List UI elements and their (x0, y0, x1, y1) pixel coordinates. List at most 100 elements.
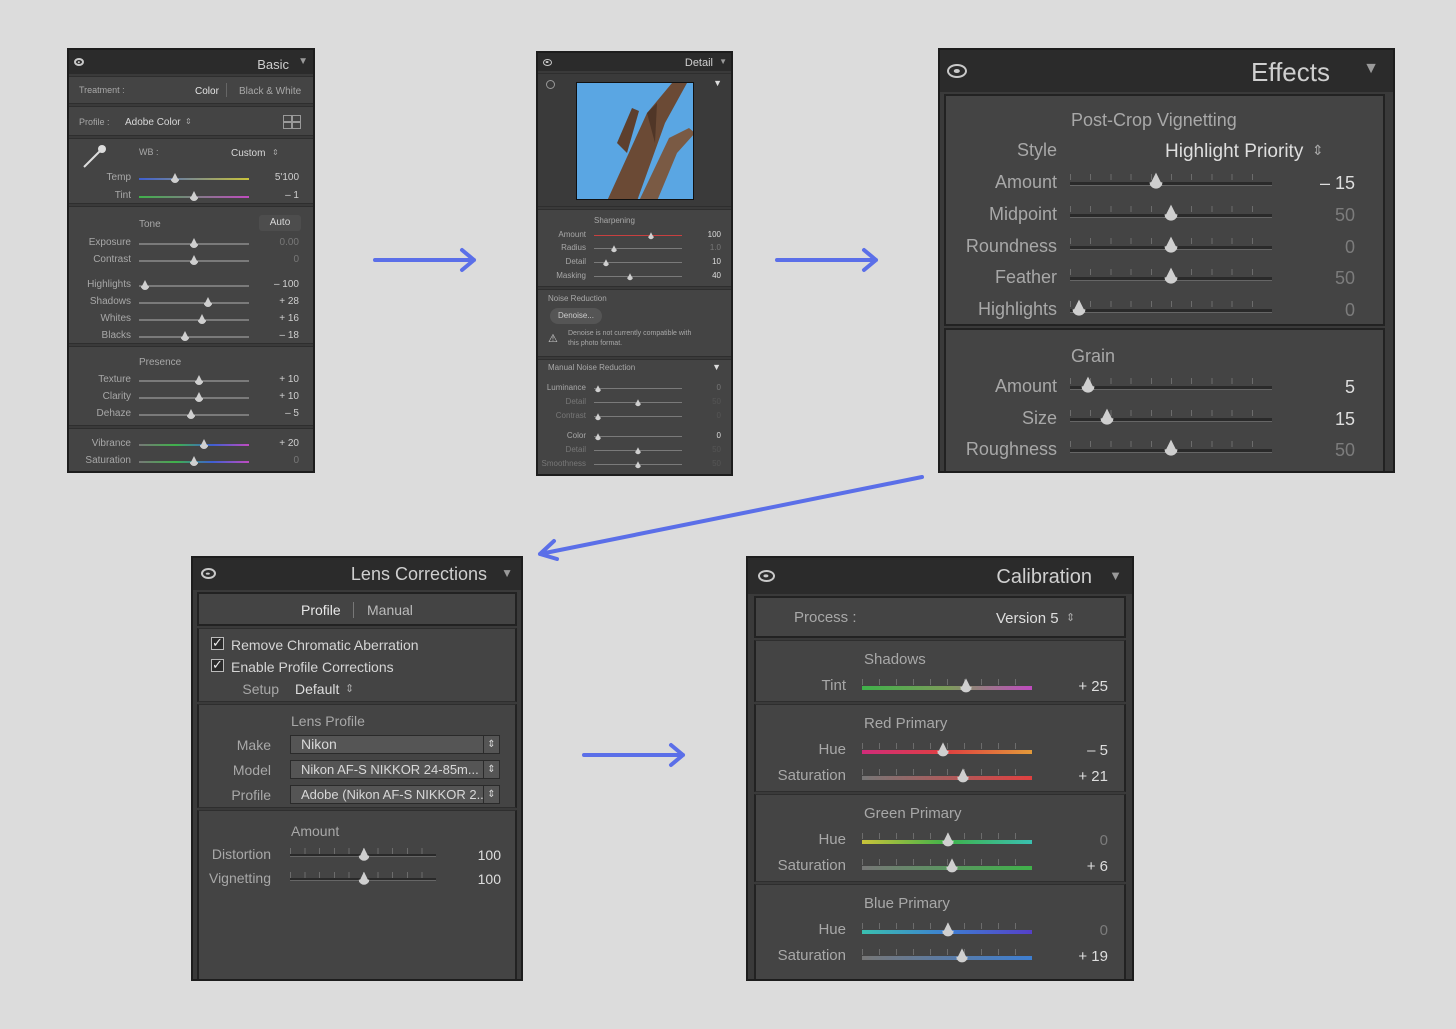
color-noise-track[interactable] (594, 436, 682, 437)
sharp-amount-track[interactable] (594, 235, 682, 236)
green-hue-thumb[interactable] (942, 832, 954, 847)
lum-detail-thumb[interactable] (635, 399, 641, 407)
chevron-updown-icon[interactable]: ⇕ (185, 117, 192, 126)
treatment-color-button[interactable]: Color (195, 86, 219, 97)
chevron-updown-icon[interactable]: ⇕ (1066, 611, 1075, 624)
detail-panel-header[interactable]: Detail ▼ (538, 53, 731, 71)
profile-select[interactable]: Adobe Color (125, 117, 181, 128)
process-select[interactable]: Version 5 (996, 610, 1059, 627)
eye-icon[interactable] (756, 569, 776, 583)
basic-panel-header[interactable]: Basic ▼ (69, 50, 313, 74)
chevron-updown-icon[interactable]: ⇕ (1312, 142, 1324, 159)
sharp-amount-thumb[interactable] (648, 232, 654, 240)
collapse-triangle-icon[interactable]: ▼ (1363, 60, 1379, 78)
vibrance-slider-thumb[interactable] (200, 439, 208, 449)
lens-panel-header[interactable]: Lens Corrections ▼ (193, 558, 521, 590)
tab-profile[interactable]: Profile (301, 602, 341, 618)
feather-thumb[interactable] (1164, 267, 1178, 284)
vig-highlights-thumb[interactable] (1072, 299, 1086, 316)
effects-panel-header[interactable]: Effects ▼ (940, 50, 1393, 92)
lum-contrast-track[interactable] (594, 416, 682, 417)
make-select[interactable]: Nikon ⇕ (290, 735, 500, 754)
luminance-track[interactable] (594, 388, 682, 389)
color-noise-thumb[interactable] (595, 433, 601, 441)
sharp-radius-thumb[interactable] (611, 245, 617, 253)
blue-sat-thumb[interactable] (956, 948, 968, 963)
blacks-slider-thumb[interactable] (181, 331, 189, 341)
wb-select[interactable]: Custom (231, 148, 265, 159)
sharp-masking-track[interactable] (594, 276, 682, 277)
collapse-triangle-icon[interactable]: ▼ (719, 57, 727, 66)
contrast-slider-thumb[interactable] (190, 255, 198, 265)
collapse-triangle-icon[interactable]: ▼ (298, 56, 308, 67)
sharp-masking-thumb[interactable] (627, 273, 633, 281)
grain-amount-thumb[interactable] (1081, 376, 1095, 393)
aberration-checkbox[interactable]: ✓ (211, 636, 224, 650)
denoise-button[interactable]: Denoise... (550, 308, 602, 324)
vibrance-slider-track[interactable] (139, 444, 249, 446)
temp-slider-track[interactable] (139, 178, 249, 180)
grain-size-thumb[interactable] (1100, 408, 1114, 425)
grain-rough-thumb[interactable] (1164, 439, 1178, 456)
collapse-triangle-icon[interactable]: ▼ (501, 566, 513, 580)
profile-corrections-label[interactable]: Enable Profile Corrections (231, 659, 394, 675)
target-crosshair-icon[interactable] (546, 80, 555, 89)
lens-profile-select[interactable]: Adobe (Nikon AF-S NIKKOR 2... ⇕ (290, 785, 500, 804)
style-select[interactable]: Highlight Priority (1165, 141, 1303, 163)
exposure-slider-thumb[interactable] (190, 238, 198, 248)
chevron-updown-icon[interactable]: ⇕ (272, 148, 279, 157)
preview-toggle-triangle-icon[interactable]: ▼ (713, 78, 722, 88)
tint-slider-thumb[interactable] (190, 191, 198, 201)
sharp-detail-thumb[interactable] (603, 259, 609, 267)
blue-hue-thumb[interactable] (942, 922, 954, 937)
roundness-thumb[interactable] (1164, 236, 1178, 253)
eye-icon[interactable] (73, 57, 85, 67)
cal-tint-thumb[interactable] (960, 678, 972, 693)
aberration-label[interactable]: Remove Chromatic Aberration (231, 637, 419, 653)
highlights-slider-thumb[interactable] (141, 280, 149, 290)
green-sat-thumb[interactable] (946, 858, 958, 873)
model-select[interactable]: Nikon AF-S NIKKOR 24-85m... ⇕ (290, 760, 500, 779)
saturation-slider-thumb[interactable] (190, 456, 198, 466)
sharp-radius-track[interactable] (594, 248, 682, 249)
grain-amount-track[interactable] (1070, 386, 1272, 390)
eye-icon[interactable] (944, 62, 970, 80)
temp-slider-thumb[interactable] (171, 173, 179, 183)
luminance-thumb[interactable] (595, 385, 601, 393)
shadows-slider-track[interactable] (139, 302, 249, 304)
texture-slider-track[interactable] (139, 380, 249, 382)
smoothness-thumb[interactable] (635, 461, 641, 469)
texture-slider-thumb[interactable] (195, 375, 203, 385)
profile-corrections-checkbox[interactable]: ✓ (211, 658, 224, 672)
vignetting-thumb[interactable] (358, 871, 370, 885)
eye-icon[interactable] (199, 567, 217, 580)
collapse-triangle-icon[interactable]: ▼ (1109, 568, 1122, 583)
distortion-thumb[interactable] (358, 847, 370, 861)
whites-slider-thumb[interactable] (198, 314, 206, 324)
manual-noise-toggle-icon[interactable]: ▼ (712, 362, 721, 372)
lum-contrast-thumb[interactable] (595, 413, 601, 421)
clarity-slider-thumb[interactable] (195, 392, 203, 402)
chevron-updown-icon[interactable]: ⇕ (345, 682, 354, 695)
clarity-slider-track[interactable] (139, 397, 249, 399)
red-sat-thumb[interactable] (957, 768, 969, 783)
col-detail-thumb[interactable] (635, 447, 641, 455)
shadows-slider-thumb[interactable] (204, 297, 212, 307)
dehaze-slider-thumb[interactable] (187, 409, 195, 419)
blue-sat-track[interactable] (862, 956, 1032, 960)
red-hue-thumb[interactable] (937, 742, 949, 757)
detail-preview-image[interactable] (576, 82, 694, 200)
vig-highlights-track[interactable] (1070, 309, 1272, 313)
calibration-panel-header[interactable]: Calibration ▼ (748, 558, 1132, 594)
midpoint-thumb[interactable] (1164, 204, 1178, 221)
highlights-slider-track[interactable] (139, 285, 249, 287)
blacks-slider-track[interactable] (139, 336, 249, 338)
vig-amount-track[interactable] (1070, 182, 1272, 186)
treatment-bw-button[interactable]: Black & White (239, 86, 301, 97)
eye-icon[interactable] (542, 58, 552, 66)
profile-browser-grid-icon[interactable] (283, 115, 301, 129)
tab-manual[interactable]: Manual (367, 602, 413, 618)
eyedropper-icon[interactable] (80, 143, 108, 171)
auto-button[interactable]: Auto (259, 215, 301, 231)
whites-slider-track[interactable] (139, 319, 249, 321)
